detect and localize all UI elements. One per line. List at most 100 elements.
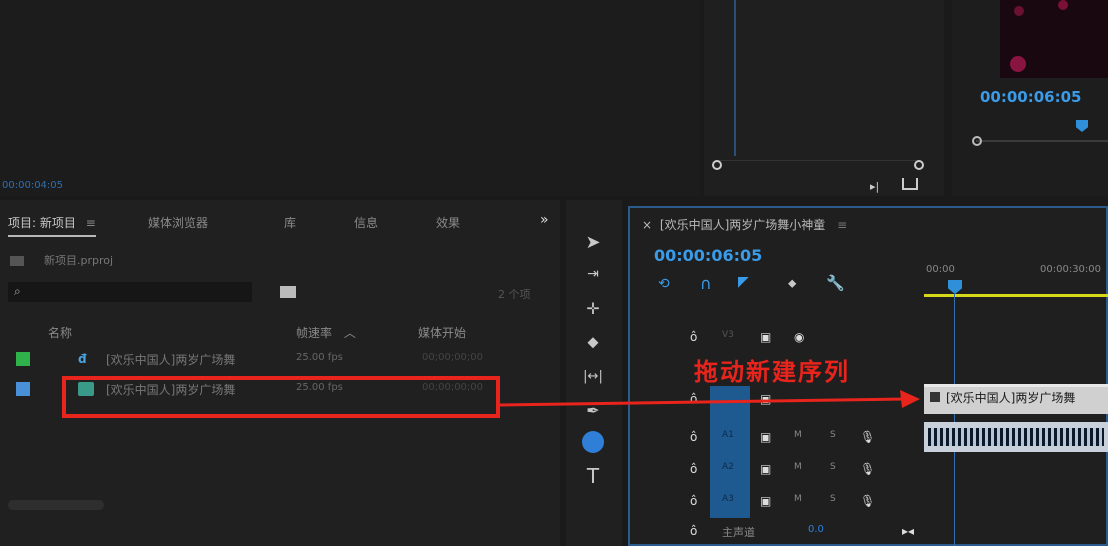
program-timecode: 00:00:06:05 <box>980 88 1082 106</box>
audio-icon[interactable]: ▣ <box>760 430 771 444</box>
drag-annotation: 拖动新建序列 <box>694 358 850 386</box>
track-a2: ô A2 ▣ M S 🎙 <box>690 462 890 482</box>
item-count: 2 个项 <box>498 288 531 301</box>
ruler-label-30s: 00:00:30:00 <box>1040 264 1102 275</box>
sequence-icon: đ <box>78 352 87 366</box>
solo-button[interactable]: S <box>830 462 836 472</box>
tab-media-browser[interactable]: 媒体浏览器 <box>148 214 208 231</box>
program-monitor: 00:00:06:05 <box>952 0 1108 196</box>
list-item[interactable]: đ [欢乐中国人]两岁广场舞 25.00 fps 00;00;00;00 <box>0 346 540 372</box>
scrubber-bar[interactable] <box>716 160 920 166</box>
program-scrubber[interactable] <box>976 140 1108 142</box>
label-color-swatch <box>16 352 30 366</box>
track-label: A1 <box>722 430 734 440</box>
track-a1: ô A1 ▣ M S 🎙 <box>690 430 890 450</box>
column-frame-rate-label: 帧速率 <box>296 326 333 340</box>
go-to-end-icon[interactable]: ▸◂ <box>902 524 914 538</box>
selection-tool-icon[interactable]: ➤ <box>578 228 608 256</box>
column-name[interactable]: 名称 <box>48 324 72 341</box>
program-playhead[interactable] <box>1076 120 1088 132</box>
tab-menu-icon[interactable]: ≡ <box>86 216 96 230</box>
type-tool-icon[interactable]: T <box>578 462 608 490</box>
project-file-name: 新项目.prproj <box>44 254 114 267</box>
reference-monitor: ▸| <box>704 0 944 196</box>
sort-ascending-icon: ︿ <box>343 326 356 340</box>
item-frame-rate: 25.00 fps <box>296 352 343 363</box>
lock-icon[interactable]: ô <box>690 462 697 476</box>
tab-libraries[interactable]: 库 <box>284 214 296 231</box>
search-input[interactable]: ⌕ <box>8 282 252 302</box>
audio-icon[interactable]: ▣ <box>760 462 771 476</box>
program-video-frame <box>1000 0 1108 78</box>
ruler-label-start: 00:00 <box>926 264 955 275</box>
playhead-line <box>954 294 955 546</box>
add-marker-icon[interactable]: ⬥ <box>788 276 796 291</box>
video-clip[interactable]: [欢乐中国人]两岁广场舞 <box>924 384 1108 414</box>
fx-badge-icon <box>930 392 940 402</box>
master-label: 主声道 <box>722 526 755 539</box>
source-monitor: 00:00:04:05 <box>0 0 700 196</box>
close-tab-icon[interactable]: × <box>642 218 652 232</box>
mic-icon[interactable]: 🎙 <box>860 462 875 476</box>
master-track: ô 主声道 0.0 ▸◂ <box>690 524 930 542</box>
item-name: [欢乐中国人]两岁广场舞 <box>106 353 236 367</box>
scrubber-end-handle[interactable] <box>914 160 924 170</box>
mic-icon[interactable]: 🎙 <box>860 494 875 508</box>
drag-arrow-icon <box>500 390 920 408</box>
clip-label: [欢乐中国人]两岁广场舞 <box>946 391 1076 405</box>
mute-button[interactable]: M <box>794 462 802 472</box>
timeline-playhead[interactable] <box>948 280 962 294</box>
lock-icon[interactable]: ô <box>690 494 697 508</box>
lock-icon[interactable]: ô <box>690 524 697 538</box>
sequence-name: [欢乐中国人]两岁广场舞小神童 <box>659 218 826 232</box>
tab-effects[interactable]: 效果 <box>436 214 460 231</box>
new-bin-icon[interactable] <box>280 286 296 298</box>
search-icon: ⌕ <box>14 284 21 298</box>
track-label: V3 <box>722 330 734 340</box>
source-timecode: 00:00:04:05 <box>2 180 64 191</box>
column-frame-rate[interactable]: 帧速率 ︿ <box>296 324 356 341</box>
mute-button[interactable]: M <box>794 430 802 440</box>
master-value[interactable]: 0.0 <box>808 524 824 535</box>
work-area-bar[interactable] <box>924 294 1108 297</box>
program-scrubber-handle[interactable] <box>972 136 982 146</box>
playhead-marker-icon[interactable]: ▸| <box>870 180 879 193</box>
tab-project[interactable]: 项目: 新项目 ≡ <box>8 214 96 237</box>
hand-tool-icon[interactable] <box>578 428 608 456</box>
audio-icon[interactable]: ▣ <box>760 494 771 508</box>
project-bottom-toolbar <box>0 534 560 546</box>
column-media-start[interactable]: 媒体开始 <box>418 324 466 341</box>
track-select-tool-icon[interactable]: ⇥ <box>578 260 608 288</box>
ripple-edit-tool-icon[interactable]: ✛ <box>578 294 608 322</box>
track-label: A3 <box>722 494 734 504</box>
timeline-timecode[interactable]: 00:00:06:05 <box>654 246 762 265</box>
export-frame-icon[interactable] <box>902 178 918 190</box>
linked-selection-icon[interactable]: ◤ <box>738 274 749 290</box>
solo-button[interactable]: S <box>830 494 836 504</box>
razor-tool-icon[interactable]: ⬥ <box>578 328 608 356</box>
project-panel: 项目: 新项目 ≡ 媒体浏览器 库 信息 效果 » 新项目.prproj ⌕ 2… <box>0 200 560 546</box>
snap-icon[interactable]: ∩ <box>700 274 712 293</box>
nest-icon[interactable]: ⟲ <box>658 276 670 292</box>
lock-icon[interactable]: ô <box>690 430 697 444</box>
tab-info[interactable]: 信息 <box>354 214 378 231</box>
monitor-edge-line <box>734 0 736 156</box>
timeline-title[interactable]: × [欢乐中国人]两岁广场舞小神童 ≡ <box>642 216 847 233</box>
highlight-box <box>62 376 500 418</box>
wrench-icon[interactable]: 🔧 <box>826 274 845 292</box>
scrubber-start-handle[interactable] <box>712 160 722 170</box>
tab-menu-icon[interactable]: ≡ <box>837 218 847 232</box>
folder-icon <box>10 256 24 266</box>
mute-button[interactable]: M <box>794 494 802 504</box>
eye-icon[interactable]: ◉ <box>794 330 804 344</box>
track-label: A2 <box>722 462 734 472</box>
mic-icon[interactable]: 🎙 <box>860 430 875 444</box>
item-media-start: 00;00;00;00 <box>422 352 484 363</box>
horizontal-scrollbar[interactable] <box>8 500 104 510</box>
film-icon[interactable]: ▣ <box>760 330 771 344</box>
audio-clip[interactable] <box>924 422 1108 452</box>
tab-project-label: 项目: 新项目 <box>8 216 76 230</box>
more-tabs-icon[interactable]: » <box>540 212 549 228</box>
solo-button[interactable]: S <box>830 430 836 440</box>
lock-icon[interactable]: ô <box>690 330 697 344</box>
